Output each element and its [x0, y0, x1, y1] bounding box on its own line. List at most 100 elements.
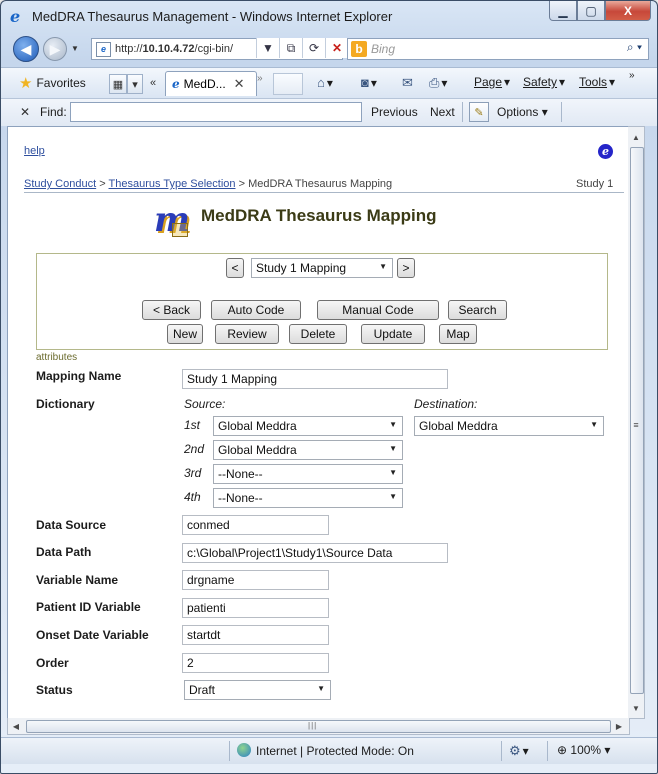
rss-feed-icon: ◙ — [361, 75, 369, 90]
source-1st-select[interactable]: Global Meddra ▼ — [213, 416, 403, 436]
variable-name-input[interactable]: drgname — [182, 570, 329, 590]
record-select[interactable]: Study 1 Mapping ▼ — [251, 258, 393, 278]
source-3rd-label: 3rd — [184, 466, 202, 480]
feeds-button[interactable]: ◙ ▾ — [361, 75, 377, 90]
safety-menu[interactable]: Safety ▾ — [523, 75, 565, 89]
data-source-input[interactable]: conmed — [182, 515, 329, 535]
e-logo-icon[interactable]: e — [598, 144, 613, 159]
find-input[interactable] — [70, 102, 362, 122]
back-button[interactable]: < Back — [142, 300, 201, 320]
source-1st-value: Global Meddra — [218, 419, 297, 433]
maximize-button[interactable]: ▢ — [577, 1, 605, 21]
quick-tabs-icon[interactable]: ▦ — [109, 74, 127, 94]
tab-meddra[interactable]: e MedD... ✕ — [165, 71, 257, 96]
add-ons-button[interactable]: ⚙ ▾ — [509, 743, 529, 759]
tab-list-dropdown-icon[interactable]: ▾ — [127, 74, 143, 94]
status-separator — [547, 741, 548, 761]
chevron-down-icon: ▼ — [590, 420, 598, 429]
vertical-scrollbar[interactable]: ▲ ≡ ▼ — [628, 126, 645, 719]
page-menu[interactable]: Page ▾ — [474, 75, 510, 89]
toolbar-overflow-icon[interactable]: » — [629, 70, 635, 81]
page-icon: e — [96, 41, 111, 57]
next-record-button[interactable]: > — [397, 258, 415, 278]
tab-close-icon[interactable]: ✕ — [234, 76, 245, 92]
security-zone-text[interactable]: Internet | Protected Mode: On — [256, 744, 414, 758]
address-tools: ▼ ⧉ ⟳ ✕ — [256, 38, 348, 58]
navigation-panel: < Study 1 Mapping ▼ > < Back Auto Code M… — [36, 253, 608, 350]
find-separator — [462, 102, 463, 122]
page-title: MedDRA Thesaurus Mapping — [201, 206, 437, 225]
search-box[interactable]: b Bing ⌕ ▾ — [347, 38, 649, 60]
find-options-button[interactable]: Options ▾ — [497, 105, 548, 119]
horizontal-scrollbar[interactable]: ◀ ||| ▶ — [7, 718, 630, 735]
scroll-up-icon[interactable]: ▲ — [628, 129, 644, 145]
source-2nd-select[interactable]: Global Meddra ▼ — [213, 440, 403, 460]
mapping-name-label: Mapping Name — [36, 369, 122, 383]
address-dropdown-icon[interactable]: ▼ — [256, 38, 279, 58]
forward-nav-button[interactable]: ▶ — [43, 37, 67, 61]
new-tab-button[interactable] — [273, 73, 303, 95]
tabs-scroll-right-icon[interactable]: » — [257, 73, 271, 93]
auto-code-button[interactable]: Auto Code — [211, 300, 301, 320]
recent-pages-dropdown-icon[interactable]: ▼ — [71, 44, 79, 53]
help-link[interactable]: help — [24, 145, 45, 157]
study-label: Study 1 — [576, 178, 614, 190]
page-viewport: help e Study Conduct > Thesaurus Type Se… — [7, 126, 630, 719]
prev-record-button[interactable]: < — [226, 258, 244, 278]
manual-code-button[interactable]: Manual Code — [317, 300, 439, 320]
search-button[interactable]: Search — [448, 300, 507, 320]
tab-ie-icon: e — [172, 77, 180, 91]
compatibility-view-icon[interactable]: ⧉ — [279, 38, 302, 58]
data-path-input[interactable]: c:\Global\Project1\Study1\Source Data — [182, 543, 448, 563]
search-icon[interactable]: ⌕ ▾ — [627, 40, 642, 55]
breadcrumb-divider — [24, 192, 624, 193]
find-close-icon[interactable]: ✕ — [20, 105, 30, 119]
refresh-icon[interactable]: ⟳ — [302, 38, 325, 58]
zoom-control[interactable]: ⊕ 100% ▾ — [557, 743, 610, 757]
print-button[interactable]: ⎙ ▾ — [429, 75, 447, 91]
scroll-down-icon[interactable]: ▼ — [628, 700, 644, 716]
scroll-left-icon[interactable]: ◀ — [8, 718, 24, 734]
dictionary-label: Dictionary — [36, 397, 95, 411]
title-bar: e MedDRA Thesaurus Management - Windows … — [1, 1, 657, 33]
browser-window: e MedDRA Thesaurus Management - Windows … — [0, 0, 658, 774]
record-select-value: Study 1 Mapping — [256, 261, 347, 275]
onset-date-variable-input[interactable]: startdt — [182, 625, 329, 645]
source-4th-label: 4th — [184, 490, 201, 504]
breadcrumb-thesaurus-type-selection[interactable]: Thesaurus Type Selection — [109, 178, 236, 190]
delete-button[interactable]: Delete — [289, 324, 347, 344]
read-mail-button[interactable]: ✉ — [402, 75, 413, 91]
map-button[interactable]: Map — [439, 324, 477, 344]
back-nav-button[interactable]: ◀ — [13, 36, 39, 62]
close-button[interactable]: X — [605, 1, 651, 21]
minimize-button[interactable]: ▁ — [549, 1, 577, 21]
home-button[interactable]: ⌂ ▾ — [317, 75, 333, 90]
favorites-button[interactable]: ★ Favorites — [19, 74, 86, 92]
breadcrumb-current: MedDRA Thesaurus Mapping — [248, 178, 393, 190]
source-3rd-select[interactable]: --None-- ▼ — [213, 464, 403, 484]
destination-select[interactable]: Global Meddra ▼ — [414, 416, 604, 436]
tab-label: MedD... — [183, 77, 226, 91]
tabs-scroll-left-icon[interactable]: « — [146, 74, 160, 92]
find-previous-button[interactable]: Previous — [371, 105, 418, 119]
source-4th-select[interactable]: --None-- ▼ — [213, 488, 403, 508]
tools-menu[interactable]: Tools ▾ — [579, 75, 615, 89]
bing-logo-icon: b — [351, 41, 367, 57]
stop-icon[interactable]: ✕ — [325, 38, 348, 58]
review-button[interactable]: Review — [215, 324, 279, 344]
find-bar: ✕ Find: Previous Next ✎ Options ▾ — [1, 98, 657, 126]
breadcrumb-separator: > — [99, 178, 106, 190]
patient-id-variable-input[interactable]: patienti — [182, 598, 329, 618]
find-next-button[interactable]: Next — [430, 105, 455, 119]
destination-value: Global Meddra — [419, 419, 498, 433]
status-select[interactable]: Draft ▼ — [184, 680, 331, 700]
horizontal-scroll-thumb[interactable] — [26, 720, 611, 733]
scroll-right-icon[interactable]: ▶ — [611, 718, 627, 734]
destination-label: Destination: — [414, 397, 478, 411]
highlight-pencil-icon[interactable]: ✎ — [469, 102, 489, 122]
breadcrumb-study-conduct[interactable]: Study Conduct — [24, 178, 96, 190]
new-button[interactable]: New — [167, 324, 203, 344]
mapping-name-input[interactable]: Study 1 Mapping — [182, 369, 448, 389]
update-button[interactable]: Update — [361, 324, 425, 344]
order-input[interactable]: 2 — [182, 653, 329, 673]
